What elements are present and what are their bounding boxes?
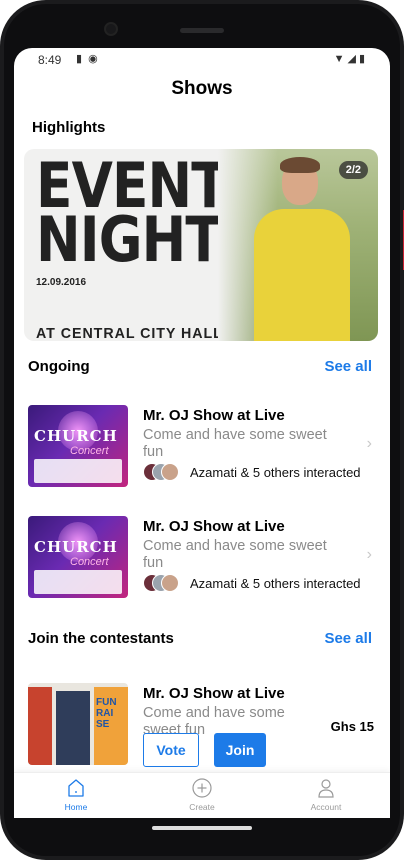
app-notification-icon: ◉ — [88, 53, 104, 65]
bottom-tab-bar: Home Create Account — [14, 772, 390, 818]
show-title: Mr. OJ Show at Live — [143, 518, 285, 535]
cell-signal-icon: ◢ — [347, 53, 359, 65]
ongoing-heading: Ongoing — [28, 358, 90, 375]
home-icon — [68, 779, 84, 797]
thumbnail-poster-text: FUN RAI SE — [96, 697, 117, 730]
tab-create[interactable]: Create — [162, 777, 242, 812]
show-description: Come and have some sweet fun — [143, 538, 327, 571]
ticket-price: Ghs 15 — [330, 719, 374, 734]
tab-home-label: Home — [64, 802, 88, 812]
vote-button[interactable]: Vote — [143, 733, 199, 767]
highlights-heading: Highlights — [32, 119, 106, 136]
person-body — [254, 209, 350, 341]
show-thumbnail: CHURCH Concert — [28, 516, 128, 598]
page-title: Shows — [171, 78, 233, 99]
contestant-title: Mr. OJ Show at Live — [143, 685, 285, 702]
avatar-stack — [143, 463, 183, 483]
wifi-icon: ▼ — [333, 53, 348, 65]
avatar — [161, 463, 179, 481]
tab-create-label: Create — [189, 802, 215, 812]
plus-circle-icon — [192, 778, 212, 798]
ongoing-see-all-link[interactable]: See all — [324, 358, 372, 375]
banner-date: 12.09.2016 — [36, 277, 87, 288]
home-indicator[interactable] — [152, 826, 252, 830]
thumbnail-subtitle: Concert — [70, 556, 109, 568]
banner-headline: EVENT NIGHT — [36, 155, 228, 276]
battery-icon: ▮ — [358, 53, 368, 65]
ongoing-show-card[interactable]: CHURCH Concert Mr. OJ Show at Live Come … — [28, 516, 376, 612]
avatar — [161, 574, 179, 592]
banner-headline-line2: NIGHT — [36, 203, 222, 276]
thumbnail-title: CHURCH — [34, 538, 118, 556]
show-title: Mr. OJ Show at Live — [143, 407, 285, 424]
thumbnail-poster-center — [56, 691, 90, 765]
carousel-counter: 2/2 — [338, 161, 368, 179]
status-time: 8:49 — [38, 53, 62, 67]
thumbnail-info-panel — [34, 459, 122, 483]
show-description: Come and have some sweet fun — [143, 427, 327, 460]
thumbnail-subtitle: Concert — [70, 445, 109, 457]
tab-account-label: Account — [310, 802, 342, 812]
banner-venue: AT CENTRAL CITY HALL — [36, 325, 223, 341]
contestants-heading: Join the contestants — [28, 630, 174, 647]
contestant-card[interactable]: FUN RAI SE Mr. OJ Show at Live Come and … — [28, 683, 376, 779]
notification-icons: ▮◉ — [76, 52, 104, 65]
app-screen: 8:49 ▮◉ ▼◢▮ Shows Highlights EVENT NIGHT… — [14, 48, 390, 818]
chevron-right-icon: › — [366, 546, 372, 563]
front-camera — [104, 22, 118, 36]
user-icon — [318, 779, 334, 798]
thumbnail-poster-left — [28, 687, 52, 765]
thumbnail-title: CHURCH — [34, 427, 118, 445]
show-thumbnail: CHURCH Concert — [28, 405, 128, 487]
earpiece-speaker — [180, 28, 224, 33]
sim-card-icon: ▮ — [76, 53, 89, 65]
tab-account[interactable]: Account — [286, 777, 366, 812]
system-icons: ▼◢▮ — [334, 52, 368, 65]
ongoing-show-card[interactable]: CHURCH Concert Mr. OJ Show at Live Come … — [28, 405, 376, 501]
join-button[interactable]: Join — [214, 733, 266, 767]
contestant-thumbnail: FUN RAI SE — [28, 683, 128, 765]
contestants-see-all-link[interactable]: See all — [324, 630, 372, 647]
highlight-banner[interactable]: EVENT NIGHT 12.09.2016 AT CENTRAL CITY H… — [24, 149, 378, 341]
interaction-summary: Azamati & 5 others interacted — [190, 465, 361, 480]
interaction-summary: Azamati & 5 others interacted — [190, 576, 361, 591]
chevron-right-icon: › — [366, 435, 372, 452]
thumbnail-info-panel — [34, 570, 122, 594]
status-bar: 8:49 ▮◉ ▼◢▮ — [14, 48, 390, 72]
avatar-stack — [143, 574, 183, 594]
person-hair — [280, 157, 320, 173]
tab-home[interactable]: Home — [36, 777, 116, 812]
